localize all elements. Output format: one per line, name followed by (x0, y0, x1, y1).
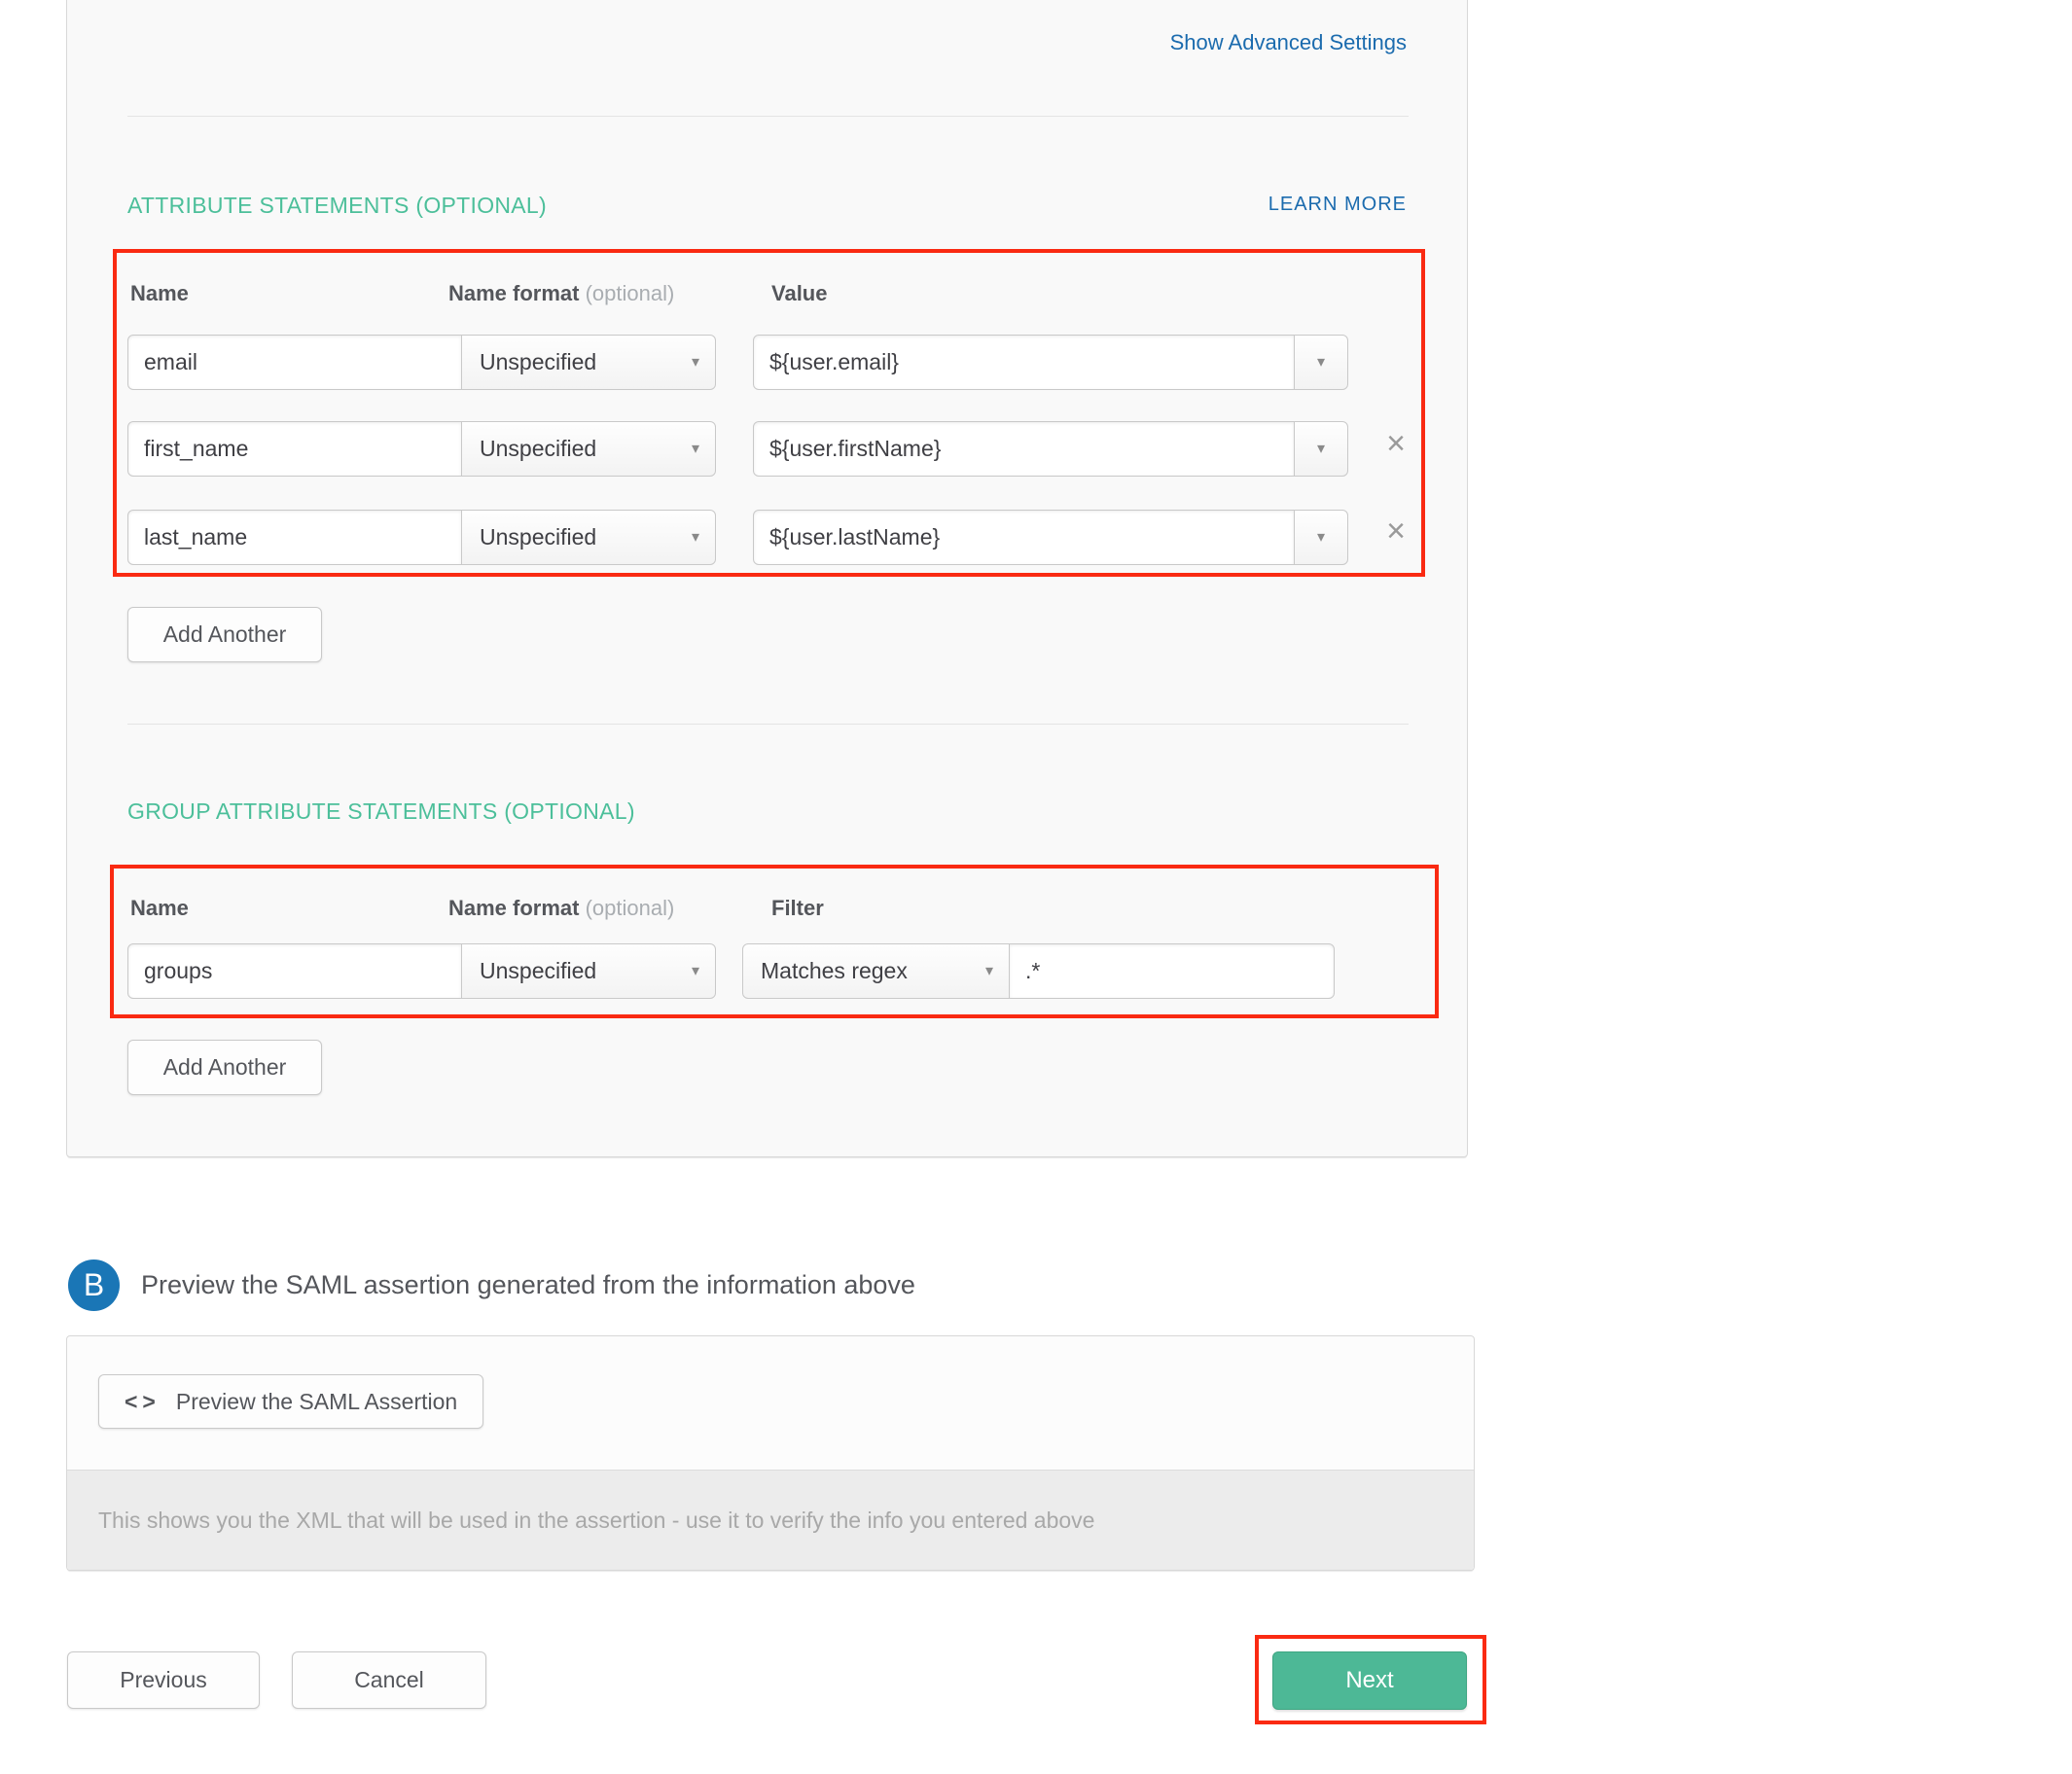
name-format-selected-value: Unspecified (480, 349, 596, 375)
code-brackets-icon: <> (125, 1389, 161, 1415)
attribute-value-input[interactable] (753, 335, 1295, 390)
column-header-filter: Filter (771, 896, 824, 921)
remove-row-icon[interactable]: × (1378, 426, 1413, 461)
preview-saml-assertion-label: Preview the SAML Assertion (176, 1389, 457, 1415)
attribute-row: Unspecified ▾ ▾ (127, 421, 1348, 477)
caret-down-icon: ▾ (692, 355, 699, 371)
group-name-input[interactable] (127, 943, 462, 999)
step-b-title: Preview the SAML assertion generated fro… (141, 1270, 915, 1300)
attribute-value-input[interactable] (753, 510, 1295, 565)
preview-assertion-panel: <> Preview the SAML Assertion This shows… (66, 1335, 1475, 1571)
caret-down-icon: ▾ (1317, 355, 1325, 371)
name-format-select[interactable]: Unspecified ▾ (461, 335, 716, 390)
attribute-statements-annotation-box: Name Name format (optional) Value Unspec… (113, 249, 1425, 577)
column-header-name: Name (130, 281, 189, 306)
name-format-selected-value: Unspecified (480, 524, 596, 550)
caret-down-icon: ▾ (985, 964, 993, 979)
preview-saml-assertion-button[interactable]: <> Preview the SAML Assertion (98, 1374, 483, 1429)
group-attribute-annotation-box: Name Name format (optional) Filter Unspe… (110, 865, 1439, 1018)
caret-down-icon: ▾ (1317, 530, 1325, 546)
value-dropdown-toggle[interactable]: ▾ (1294, 510, 1348, 565)
divider (127, 724, 1409, 725)
name-format-selected-value: Unspecified (480, 958, 596, 984)
value-dropdown-toggle[interactable]: ▾ (1294, 421, 1348, 477)
add-another-attribute-button[interactable]: Add Another (127, 607, 322, 662)
caret-down-icon: ▾ (692, 442, 699, 457)
next-button-annotation-box: Next (1255, 1635, 1486, 1724)
group-name-format-select[interactable]: Unspecified ▾ (461, 943, 716, 999)
previous-button[interactable]: Previous (67, 1651, 260, 1709)
attribute-value-combo: ▾ (753, 510, 1348, 565)
name-format-select[interactable]: Unspecified ▾ (461, 510, 716, 565)
attribute-name-input[interactable] (127, 421, 462, 477)
filter-value-input[interactable] (1009, 943, 1335, 999)
name-format-selected-value: Unspecified (480, 436, 596, 462)
next-button[interactable]: Next (1272, 1651, 1467, 1710)
column-header-optional-label: (optional) (586, 896, 675, 920)
show-advanced-settings-link[interactable]: Show Advanced Settings (1170, 30, 1407, 55)
add-another-group-attribute-button[interactable]: Add Another (127, 1040, 322, 1095)
saml-settings-page: Show Advanced Settings ATTRIBUTE STATEME… (0, 0, 2072, 1774)
preview-help-note: This shows you the XML that will be used… (67, 1470, 1474, 1570)
cancel-button[interactable]: Cancel (292, 1651, 486, 1709)
column-header-name-format-label: Name format (448, 281, 579, 305)
filter-type-select[interactable]: Matches regex ▾ (742, 943, 1010, 999)
group-attribute-row: Unspecified ▾ Matches regex ▾ (127, 943, 1336, 999)
column-header-name: Name (130, 896, 189, 921)
group-attribute-statements-heading: GROUP ATTRIBUTE STATEMENTS (OPTIONAL) (127, 798, 635, 825)
attribute-name-input[interactable] (127, 335, 462, 390)
column-header-name-format-label: Name format (448, 896, 579, 920)
value-dropdown-toggle[interactable]: ▾ (1294, 335, 1348, 390)
attribute-name-input[interactable] (127, 510, 462, 565)
attribute-row: Unspecified ▾ ▾ (127, 510, 1348, 565)
column-header-value: Value (771, 281, 827, 306)
attribute-statements-heading: ATTRIBUTE STATEMENTS (OPTIONAL) (127, 193, 547, 219)
caret-down-icon: ▾ (692, 964, 699, 979)
column-header-name-format: Name format (optional) (448, 281, 674, 306)
name-format-select[interactable]: Unspecified ▾ (461, 421, 716, 477)
column-header-name-format: Name format (optional) (448, 896, 674, 921)
attribute-row: Unspecified ▾ ▾ (127, 335, 1348, 390)
filter-type-selected-value: Matches regex (761, 958, 908, 984)
attribute-value-combo: ▾ (753, 335, 1348, 390)
remove-row-icon[interactable]: × (1378, 514, 1413, 549)
attribute-value-combo: ▾ (753, 421, 1348, 477)
attribute-value-input[interactable] (753, 421, 1295, 477)
saml-settings-panel: Show Advanced Settings ATTRIBUTE STATEME… (66, 0, 1468, 1157)
group-filter-combo: Matches regex ▾ (742, 943, 1336, 999)
caret-down-icon: ▾ (1317, 442, 1325, 457)
learn-more-link[interactable]: LEARN MORE (1268, 194, 1407, 216)
preview-help-note-text: This shows you the XML that will be used… (98, 1508, 1094, 1534)
step-b-badge: B (68, 1260, 120, 1311)
caret-down-icon: ▾ (692, 530, 699, 546)
column-header-optional-label: (optional) (586, 281, 675, 305)
divider (127, 116, 1409, 117)
